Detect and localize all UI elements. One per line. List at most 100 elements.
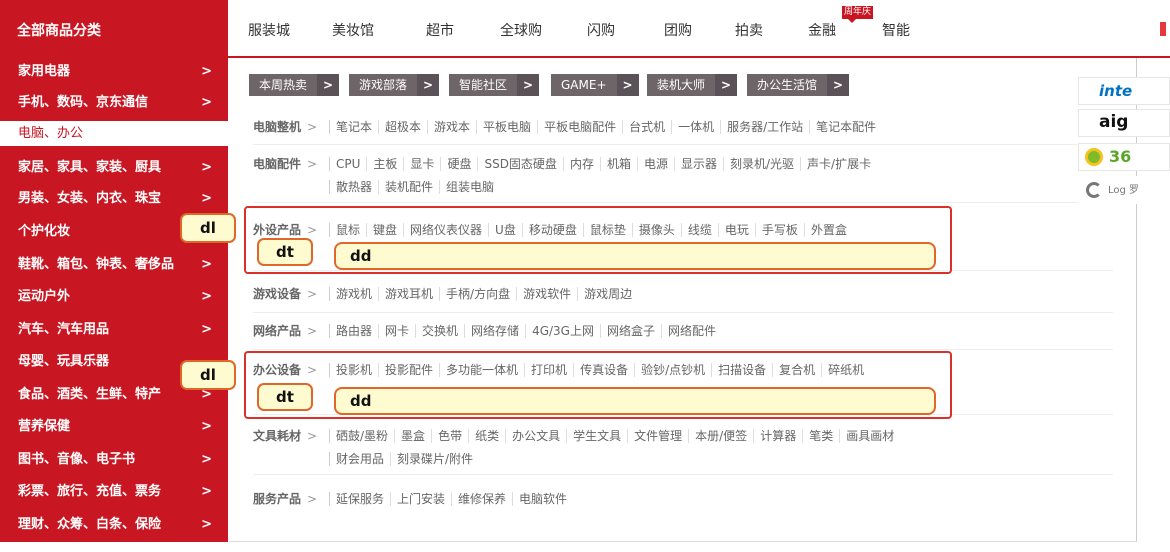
360-logo[interactable]: 36 <box>1078 143 1170 171</box>
subcategory-link[interactable]: CPU <box>329 157 367 171</box>
chevron-right-icon: > <box>307 287 318 301</box>
subcategory-link[interactable]: 刻录机/光驱 <box>723 157 801 171</box>
subcategory-link[interactable]: 电脑软件 <box>512 492 574 506</box>
channel-office-life[interactable]: 办公生活馆 > <box>747 74 850 96</box>
subcategory-link[interactable]: 财会用品 <box>329 452 391 466</box>
sidebar-item-bags[interactable]: 鞋靴、箱包、钟表、奢侈品 > <box>0 252 228 277</box>
row-divider <box>253 349 1113 350</box>
nav-item-beauty[interactable]: 美妆馆 <box>332 20 374 40</box>
subcategory-link[interactable]: 网络存储 <box>464 324 526 338</box>
chevron-right-icon: > <box>201 322 212 337</box>
subcategory-link[interactable]: 网卡 <box>378 324 416 338</box>
subcategory-link[interactable]: 游戏机 <box>329 287 379 301</box>
subcategory-link[interactable]: 办公文具 <box>505 429 567 443</box>
sidebar-item-books[interactable]: 图书、音像、电子书 > <box>0 447 228 472</box>
subcategory-link[interactable]: 墨盒 <box>394 429 432 443</box>
sidebar-item-apparel[interactable]: 男装、女装、内衣、珠宝 > <box>0 186 228 211</box>
subcategory-link[interactable]: 游戏周边 <box>577 287 639 301</box>
sidebar-item-finance[interactable]: 理财、众筹、白条、保险 > <box>0 512 228 537</box>
subcategory-link[interactable]: 色带 <box>431 429 469 443</box>
subcategory-link[interactable]: 纸类 <box>468 429 506 443</box>
subcategory-link[interactable]: 显卡 <box>403 157 441 171</box>
subcategory-link[interactable]: 游戏耳机 <box>378 287 440 301</box>
sidebar-item-sports[interactable]: 运动户外 > <box>0 284 228 309</box>
subcategory-link[interactable]: 刻录碟片/附件 <box>390 452 480 466</box>
sidebar-item-home[interactable]: 家居、家具、家装、厨具 > <box>0 155 228 180</box>
subcategory-link[interactable]: 平板电脑 <box>476 120 538 134</box>
subcategory-link[interactable]: 学生文具 <box>566 429 628 443</box>
link-line: 游戏机 游戏耳机 手柄/方向盘 游戏软件 游戏周边 <box>329 285 639 302</box>
sidebar-item-health[interactable]: 营养保健 > <box>0 414 228 439</box>
row-title[interactable]: 服务产品 > <box>253 490 317 507</box>
subcategory-link[interactable]: 上门安装 <box>390 492 452 506</box>
subcategory-link[interactable]: 游戏本 <box>427 120 477 134</box>
logitech-logo[interactable]: Log 罗 <box>1078 176 1170 204</box>
nav-item-global[interactable]: 全球购 <box>500 20 542 40</box>
subcategory-link[interactable]: 服务器/工作站 <box>720 120 810 134</box>
subcategory-link[interactable]: 手柄/方向盘 <box>439 287 517 301</box>
all-categories-header[interactable]: 全部商品分类 <box>0 0 228 58</box>
subcategory-link[interactable]: 维修保养 <box>451 492 513 506</box>
sidebar-item-label: 母婴、玩具乐器 <box>18 354 110 369</box>
sidebar-item-computers[interactable]: 电脑、办公 <box>0 121 228 146</box>
subcategory-link[interactable]: 笔记本 <box>329 120 379 134</box>
subcategory-link[interactable]: SSD固态硬盘 <box>477 157 563 171</box>
sidebar-item-phones[interactable]: 手机、数码、京东通信 > <box>0 90 228 115</box>
subcategory-link[interactable]: 台式机 <box>622 120 672 134</box>
channel-label: 智能社区 <box>459 78 508 92</box>
channel-game-tribe[interactable]: 游戏部落 > <box>349 74 440 96</box>
subcategory-link[interactable]: 平板电脑配件 <box>537 120 623 134</box>
subcategory-link[interactable]: 一体机 <box>671 120 721 134</box>
subcategory-link[interactable]: 声卡/扩展卡 <box>800 157 878 171</box>
subcategory-link[interactable]: 内存 <box>562 157 600 171</box>
subcategory-link[interactable]: 笔类 <box>802 429 840 443</box>
sidebar-item-travel[interactable]: 彩票、旅行、充值、票务 > <box>0 479 228 504</box>
intel-logo[interactable]: inte <box>1078 77 1170 105</box>
nav-item-flash[interactable]: 闪购 <box>587 20 615 40</box>
row-title[interactable]: 电脑配件 > <box>253 155 317 172</box>
subcategory-link[interactable]: 路由器 <box>329 324 379 338</box>
subcategory-link[interactable]: 本册/便签 <box>688 429 754 443</box>
sidebar-item-appliances[interactable]: 家用电器 > <box>0 59 228 84</box>
subcategory-link[interactable]: 网络配件 <box>661 324 723 338</box>
row-title-label: 网络产品 <box>253 324 302 338</box>
channel-hot-this-week[interactable]: 本周热卖 > <box>249 74 340 96</box>
subcategory-link[interactable]: 画具画材 <box>839 429 901 443</box>
row-title[interactable]: 游戏设备 > <box>253 285 317 302</box>
subcategory-link[interactable]: 延保服务 <box>329 492 391 506</box>
subcategory-link[interactable]: 主板 <box>366 157 404 171</box>
row-title[interactable]: 电脑整机 > <box>253 118 317 135</box>
nav-item-group[interactable]: 团购 <box>664 20 692 40</box>
row-title[interactable]: 文具耗材 > <box>253 427 317 444</box>
nav-item-auction[interactable]: 拍卖 <box>735 20 763 40</box>
chevron-right-icon: > <box>307 492 318 506</box>
subcategory-link[interactable]: 组装电脑 <box>439 180 501 194</box>
subcategory-link[interactable]: 网络盒子 <box>599 324 661 338</box>
subcategory-link[interactable]: 硒鼓/墨粉 <box>329 429 395 443</box>
row-title[interactable]: 网络产品 > <box>253 322 317 339</box>
nav-item-smart[interactable]: 智能 <box>882 20 910 40</box>
subcategory-link[interactable]: 机箱 <box>599 157 637 171</box>
row-title-label: 服务产品 <box>253 492 302 506</box>
subcategory-link[interactable]: 4G/3G上网 <box>525 324 600 338</box>
nav-item-supermarket[interactable]: 超市 <box>426 20 454 40</box>
subcategory-link[interactable]: 显示器 <box>673 157 723 171</box>
aigo-logo[interactable]: aig <box>1078 109 1170 137</box>
nav-item-finance[interactable]: 金融 <box>808 20 836 40</box>
subcategory-link[interactable]: 文件管理 <box>627 429 689 443</box>
channel-pc-builder[interactable]: 装机大师 > <box>647 74 738 96</box>
sidebar-item-auto[interactable]: 汽车、汽车用品 > <box>0 317 228 342</box>
subcategory-link[interactable]: 电源 <box>636 157 674 171</box>
subcategory-link[interactable]: 游戏软件 <box>516 287 578 301</box>
subcategory-link[interactable]: 笔记本配件 <box>809 120 883 134</box>
channel-smart-community[interactable]: 智能社区 > <box>449 74 540 96</box>
subcategory-link[interactable]: 交换机 <box>415 324 465 338</box>
subcategory-link[interactable]: 超极本 <box>378 120 428 134</box>
nav-item-clothing[interactable]: 服装城 <box>248 20 290 40</box>
subcategory-link[interactable]: 散热器 <box>329 180 379 194</box>
subcategory-link[interactable]: 装机配件 <box>378 180 440 194</box>
subcategory-link[interactable]: 计算器 <box>753 429 803 443</box>
subcategory-link[interactable]: 硬盘 <box>440 157 478 171</box>
channel-game-plus[interactable]: GAME+ > <box>551 74 639 96</box>
top-right-edge-marker <box>1160 22 1166 36</box>
